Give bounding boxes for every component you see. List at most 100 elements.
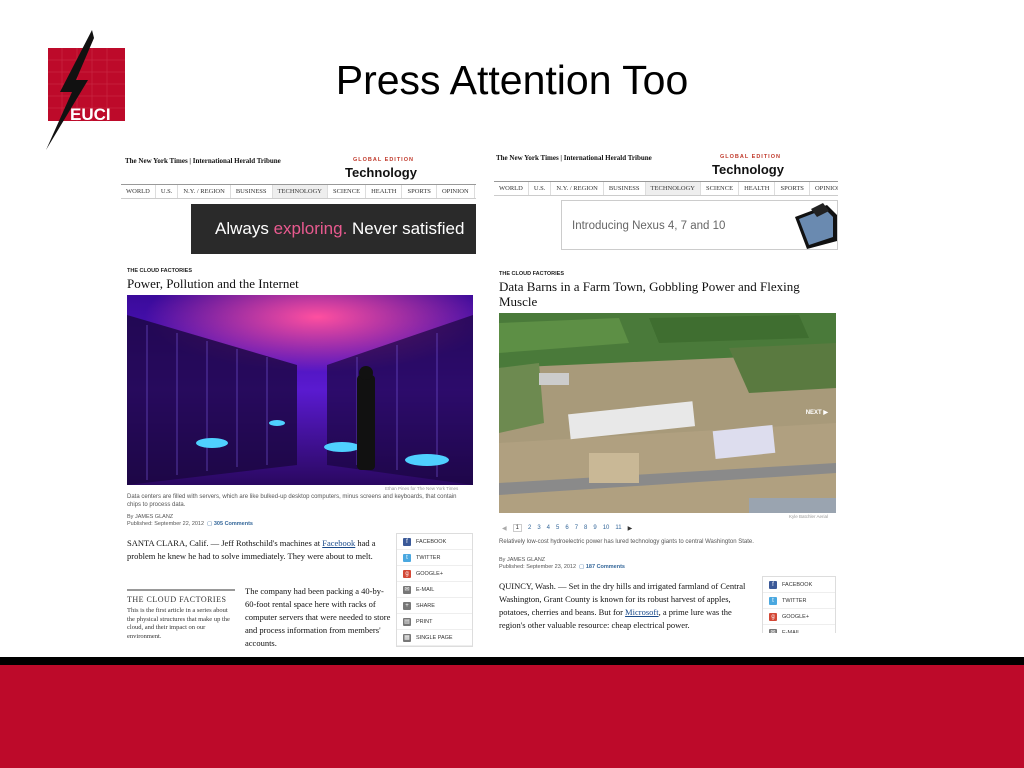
masthead: The New York Times | International Heral… — [125, 157, 281, 165]
nav-health[interactable]: HEALTH — [366, 185, 403, 198]
farm-datacenter-aerial-photo[interactable]: NEXT ▶ — [499, 313, 836, 513]
article-lead: QUINCY, Wash. — Set in the dry hills and… — [499, 580, 757, 632]
slideshow-pager: ◀ 1 2 3 4 5 6 7 8 9 10 11 ▶ — [502, 524, 632, 532]
slide-title: Press Attention Too — [335, 57, 689, 103]
share-label: SINGLE PAGE — [416, 634, 453, 641]
section-title: Technology — [345, 165, 417, 180]
nav-ny-region[interactable]: N.Y. / REGION — [178, 185, 231, 198]
pager-page-8[interactable]: 8 — [584, 525, 587, 531]
pager-page-4[interactable]: 4 — [547, 525, 550, 531]
pager-page-1[interactable]: 1 — [512, 524, 522, 532]
pager-page-3[interactable]: 3 — [537, 525, 540, 531]
nav-ny-region[interactable]: N.Y. / REGION — [551, 182, 604, 195]
section-title: Technology — [712, 162, 784, 177]
photo-credit: Kyle Batchler Aerial — [789, 514, 829, 519]
share-label: SHARE — [416, 602, 435, 609]
pager-page-2[interactable]: 2 — [528, 525, 531, 531]
publish-date: Published: September 23, 2012 — [499, 564, 577, 570]
byline: By JAMES GLANZ — [127, 514, 174, 520]
share-label: FACEBOOK — [782, 581, 813, 588]
nav-science[interactable]: SCIENCE — [328, 185, 367, 198]
share-tools: f FACEBOOK t TWITTER g GOOGLE+ ✉ E-MAIL — [762, 576, 836, 633]
share-e-mail[interactable]: ✉ E-MAIL — [397, 582, 472, 598]
nav-technology[interactable]: TECHNOLOGY — [645, 182, 701, 195]
nav-world[interactable]: WORLD — [494, 182, 529, 195]
nav-science[interactable]: SCIENCE — [701, 182, 740, 195]
tablet-image — [795, 203, 837, 249]
nav-technology[interactable]: TECHNOLOGY — [272, 185, 328, 198]
nav-us[interactable]: U.S. — [529, 182, 552, 195]
kicker: THE CLOUD FACTORIES — [127, 268, 192, 274]
advertisement-banner[interactable]: Always exploring. Never satisfied — [191, 204, 476, 254]
nav-opinion[interactable]: OPINION — [437, 185, 475, 198]
nav-business[interactable]: BUSINESS — [231, 185, 273, 198]
nav-sports[interactable]: SPORTS — [775, 182, 810, 195]
publish-date: Published: September 22, 2012 — [127, 521, 205, 527]
share-facebook[interactable]: f FACEBOOK — [397, 534, 472, 550]
masthead: The New York Times | International Heral… — [496, 154, 652, 162]
advertisement-banner[interactable]: Introducing Nexus 4, 7 and 10 — [561, 200, 838, 250]
share-google[interactable]: g GOOGLE+ — [397, 566, 472, 582]
share-label: FACEBOOK — [416, 538, 447, 545]
print-icon: ▤ — [403, 617, 411, 626]
data-center-photo[interactable] — [127, 295, 473, 485]
twitter-icon: t — [403, 553, 411, 562]
twitter-icon: t — [769, 596, 777, 605]
nav-us[interactable]: U.S. — [156, 185, 179, 198]
photo-credit: Ethan Pines for The New York Times — [385, 486, 459, 491]
next-photo-button[interactable]: NEXT ▶ — [806, 409, 828, 416]
right-article-screenshot: The New York Times | International Heral… — [494, 148, 838, 633]
ad-text-accent: exploring. — [273, 219, 348, 238]
article-paragraph: The company had been packing a 40-by-60-… — [245, 586, 391, 648]
facebook-icon: f — [403, 537, 411, 546]
nav-business[interactable]: BUSINESS — [604, 182, 646, 195]
pager-page-6[interactable]: 6 — [565, 525, 568, 531]
share-e-mail[interactable]: ✉ E-MAIL — [763, 625, 835, 633]
comment-icon: ▢ — [205, 521, 213, 527]
nav-sports[interactable]: SPORTS — [402, 185, 437, 198]
comments-link[interactable]: 187 Comments — [586, 564, 625, 570]
article-headline[interactable]: Data Barns in a Farm Town, Gobbling Powe… — [499, 279, 819, 309]
sidebar-title[interactable]: THE CLOUD FACTORIES — [127, 595, 235, 604]
share-twitter[interactable]: t TWITTER — [763, 593, 835, 609]
share-share[interactable]: + SHARE — [397, 598, 472, 614]
share-single-page[interactable]: ▦ SINGLE PAGE — [397, 630, 472, 646]
nav-opinion[interactable]: OPINION — [810, 182, 838, 195]
nav-world[interactable]: WORLD — [121, 185, 156, 198]
single-page-icon: ▦ — [403, 633, 411, 642]
email-icon: ✉ — [403, 585, 411, 594]
pager-page-9[interactable]: 9 — [593, 525, 596, 531]
share-facebook[interactable]: f FACEBOOK — [763, 577, 835, 593]
footer-band-black — [0, 657, 1024, 665]
left-article-screenshot: The New York Times | International Heral… — [121, 148, 476, 651]
google-plus-icon: g — [769, 612, 777, 621]
prev-arrow-icon[interactable]: ◀ — [502, 525, 507, 532]
pager-page-7[interactable]: 7 — [575, 525, 578, 531]
share-twitter[interactable]: t TWITTER — [397, 550, 472, 566]
ad-text: Always — [215, 219, 274, 238]
share-label: TWITTER — [416, 554, 441, 561]
email-icon: ✉ — [769, 628, 777, 633]
publish-info: Published: September 23, 2012 ▢ 187 Comm… — [499, 564, 625, 571]
edition-label: GLOBAL EDITION — [720, 154, 781, 160]
share-label: PRINT — [416, 618, 433, 625]
next-arrow-icon[interactable]: ▶ — [628, 525, 633, 532]
photo-caption: Relatively low-cost hydroelectric power … — [499, 539, 754, 545]
edition-label: GLOBAL EDITION — [353, 157, 414, 163]
microsoft-link[interactable]: Microsoft — [625, 607, 659, 617]
nav-health[interactable]: HEALTH — [739, 182, 776, 195]
share-google[interactable]: g GOOGLE+ — [763, 609, 835, 625]
facebook-link[interactable]: Facebook — [322, 538, 355, 548]
pager-page-5[interactable]: 5 — [556, 525, 559, 531]
pager-page-11[interactable]: 11 — [615, 525, 621, 531]
photo-caption: Data centers are filled with servers, wh… — [127, 494, 457, 508]
section-nav: WORLD U.S. N.Y. / REGION BUSINESS TECHNO… — [121, 184, 476, 199]
share-label: GOOGLE+ — [416, 570, 444, 577]
comments-link[interactable]: 305 Comments — [214, 521, 253, 527]
lead-text: SANTA CLARA, Calif. — Jeff Rothschild's … — [127, 538, 323, 548]
article-headline[interactable]: Power, Pollution and the Internet — [127, 276, 467, 291]
share-print[interactable]: ▤ PRINT — [397, 614, 472, 630]
kicker: THE CLOUD FACTORIES — [499, 271, 564, 277]
logo-text: EUCI — [70, 105, 111, 124]
pager-page-10[interactable]: 10 — [603, 525, 610, 531]
